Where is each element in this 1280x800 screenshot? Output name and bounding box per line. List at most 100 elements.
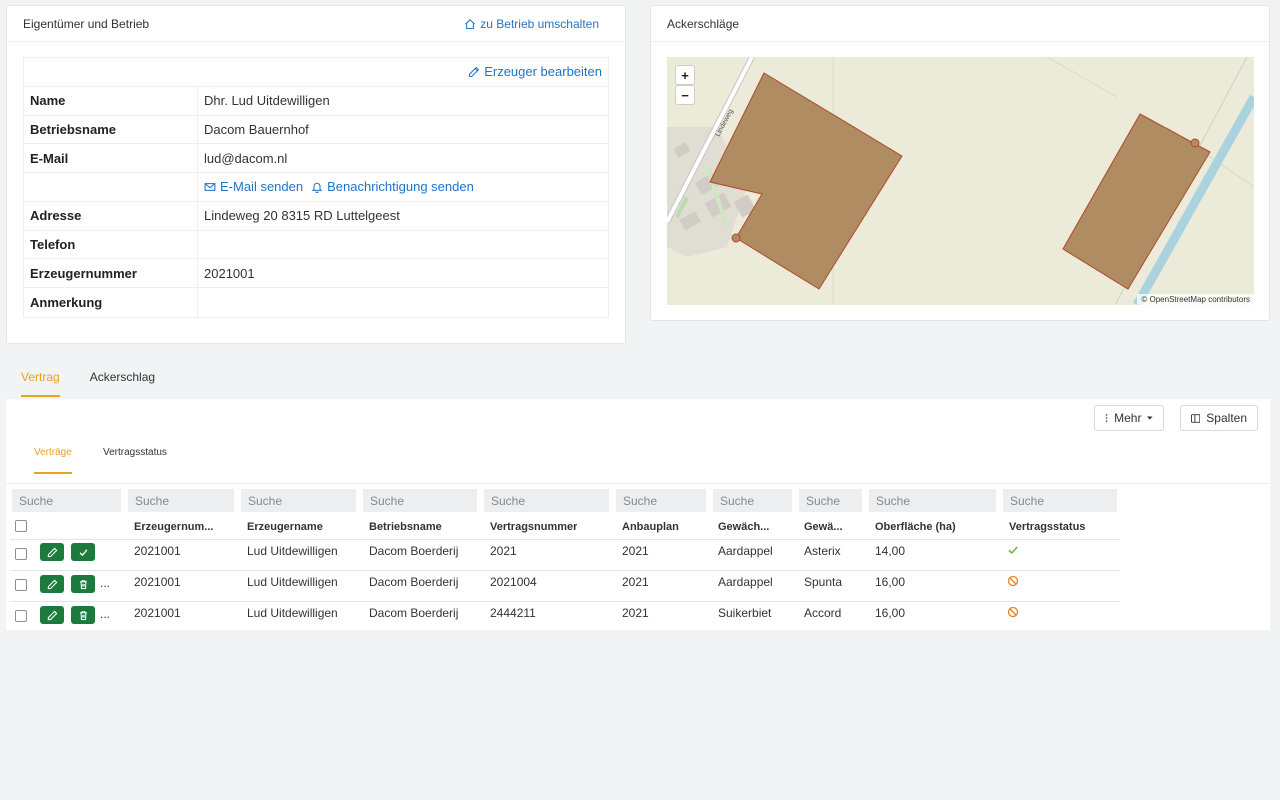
owner-row-business: Betriebsname Dacom Bauernhof (24, 115, 608, 145)
delete-contract-button[interactable] (71, 606, 95, 624)
cell-crop: Suikerbiet (718, 606, 772, 620)
zoom-out-button[interactable]: − (676, 86, 694, 104)
caret-down-icon (1147, 416, 1153, 420)
delete-contract-button[interactable] (71, 575, 95, 593)
owner-value-email: lud@dacom.nl (204, 150, 288, 166)
cell-producer-name: Lud Uitdewilligen (247, 606, 338, 620)
edit-contract-button[interactable] (40, 543, 64, 561)
kebab-icon (1105, 414, 1108, 422)
cell-crop-plan: 2021 (622, 575, 649, 589)
subtab-contracts[interactable]: Verträge (34, 447, 72, 474)
bell-icon (311, 182, 323, 193)
select-all-checkbox[interactable] (15, 520, 27, 532)
edit-contract-button[interactable] (40, 606, 64, 624)
map-canvas: Lindeweg (667, 57, 1254, 305)
parcel-boundary (1046, 57, 1118, 98)
column-header-crop[interactable]: Gewäch... (718, 521, 788, 533)
status-blocked-icon (1007, 606, 1019, 618)
send-notification-link[interactable]: Benachrichtigung senden (311, 179, 474, 194)
fields-map-card: Ackerschläge Lindeweg + − © OpenStreetMa… (650, 5, 1270, 321)
column-header-variety[interactable]: Gewä... (804, 521, 854, 533)
owner-row-contact-actions: E-Mail senden Benachrichtigung senden (24, 173, 608, 202)
cell-crop-plan: 2021 (622, 606, 649, 620)
send-email-label: E-Mail senden (220, 179, 304, 195)
owner-value-producer-number: 2021001 (204, 265, 255, 281)
columns-icon (1191, 413, 1201, 423)
owner-label-address: Adresse (24, 201, 198, 230)
owner-row-remark: Anmerkung (24, 288, 608, 317)
cell-area: 16,00 (875, 575, 906, 589)
owner-label-empty (24, 173, 198, 201)
field-parcel-2[interactable] (1062, 113, 1211, 290)
search-input-crop-plan[interactable]: Suche (616, 489, 706, 512)
row-checkbox[interactable] (15, 579, 27, 591)
switch-to-business-label: zu Betrieb umschalten (480, 16, 599, 31)
fields-map-header: Ackerschläge (651, 6, 1269, 42)
column-header-crop-plan[interactable]: Anbauplan (622, 521, 679, 533)
owner-row-phone: Telefon (24, 230, 608, 260)
cell-contract-number: 2444211 (490, 606, 536, 620)
cell-business-name: Dacom Boerderij (369, 575, 459, 589)
field-vertex-handle[interactable] (731, 233, 741, 243)
subtab-contract-status[interactable]: Vertragsstatus (103, 447, 167, 472)
edit-contract-button[interactable] (40, 575, 64, 593)
cell-crop: Aardappel (718, 544, 773, 558)
switch-to-business-link[interactable]: zu Betrieb umschalten (464, 17, 599, 31)
cell-variety: Asterix (804, 544, 841, 558)
owner-card-title: Eigentümer und Betrieb (23, 16, 150, 31)
columns-label: Spalten (1206, 411, 1247, 425)
owner-value-name: Dhr. Lud Uitdewilligen (204, 93, 330, 109)
search-input-area[interactable]: Suche (869, 489, 996, 512)
fields-map-title: Ackerschläge (667, 16, 740, 31)
search-input-producer-number[interactable]: Suche (128, 489, 234, 512)
cell-crop: Aardappel (718, 575, 773, 589)
owner-label-name: Name (24, 86, 198, 115)
column-header-business-name[interactable]: Betriebsname (369, 521, 442, 533)
column-header-contract-status[interactable]: Vertragsstatus (1009, 521, 1085, 533)
field-map[interactable]: Lindeweg + − © OpenStreetMap contributor… (667, 57, 1254, 305)
cell-contract-number: 2021004 (490, 575, 537, 589)
more-actions-button[interactable]: ... (100, 576, 110, 590)
search-input-contract-number[interactable]: Suche (484, 489, 609, 512)
search-input-actions[interactable]: Suche (12, 489, 121, 512)
cell-crop-plan: 2021 (622, 544, 649, 558)
search-input-contract-status[interactable]: Suche (1003, 489, 1117, 512)
tab-field[interactable]: Ackerschlag (75, 360, 170, 397)
search-input-producer-name[interactable]: Suche (241, 489, 356, 512)
home-icon (465, 18, 476, 29)
search-input-variety[interactable]: Suche (799, 489, 862, 512)
owner-edit-row: Erzeuger bearbeiten (24, 58, 608, 87)
edit-producer-link[interactable]: Erzeuger bearbeiten (468, 64, 602, 79)
map-attribution[interactable]: © OpenStreetMap contributors (1137, 294, 1254, 305)
status-approved-icon (1008, 546, 1018, 555)
zoom-in-button[interactable]: + (676, 66, 694, 84)
check-icon (79, 548, 87, 556)
trash-icon (79, 579, 87, 589)
more-actions-button[interactable]: ... (100, 607, 110, 621)
pencil-icon (469, 66, 480, 77)
column-header-producer-number[interactable]: Erzeugernum... (134, 521, 234, 533)
row-divider (10, 570, 1120, 571)
columns-button[interactable]: Spalten (1180, 405, 1258, 431)
column-header-producer-name[interactable]: Erzeugername (247, 521, 323, 533)
column-header-contract-number[interactable]: Vertragsnummer (490, 521, 577, 533)
approve-contract-button[interactable] (71, 543, 95, 561)
search-input-crop[interactable]: Suche (713, 489, 792, 512)
tab-contract[interactable]: Vertrag (6, 360, 75, 397)
send-email-link[interactable]: E-Mail senden (204, 179, 303, 194)
field-vertex-handle[interactable] (1190, 138, 1200, 148)
owner-value-address: Lindeweg 20 8315 RD Luttelgeest (204, 208, 400, 224)
cell-producer-name: Lud Uitdewilligen (247, 575, 338, 589)
owner-details-table: Erzeuger bearbeiten Name Dhr. Lud Uitdew… (23, 57, 609, 318)
column-header-area[interactable]: Oberfläche (ha) (875, 521, 956, 533)
search-input-business-name[interactable]: Suche (363, 489, 477, 512)
owner-card-header: Eigentümer und Betrieb zu Betrieb umscha… (7, 6, 625, 42)
owner-row-name: Name Dhr. Lud Uitdewilligen (24, 86, 608, 116)
owner-label-remark: Anmerkung (24, 288, 198, 317)
owner-label-email: E-Mail (24, 144, 198, 172)
row-checkbox[interactable] (15, 610, 27, 622)
owner-row-address: Adresse Lindeweg 20 8315 RD Luttelgeest (24, 201, 608, 231)
field-parcel-1[interactable] (709, 72, 903, 290)
more-dropdown-button[interactable]: Mehr (1094, 405, 1164, 431)
row-checkbox[interactable] (15, 548, 27, 560)
